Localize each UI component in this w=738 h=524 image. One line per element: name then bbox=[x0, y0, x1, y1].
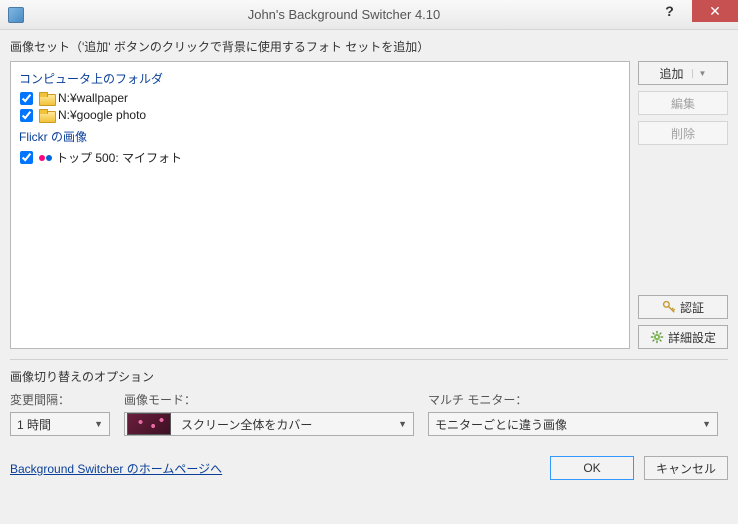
monitor-label: マルチ モニター： bbox=[428, 391, 718, 408]
monitor-value: モニターごとに違う画像 bbox=[435, 416, 567, 433]
monitor-combo[interactable]: モニターごとに違う画像 ▼ bbox=[428, 412, 718, 436]
add-button[interactable]: 追加 ▼ bbox=[638, 61, 728, 85]
advanced-button[interactable]: 詳細設定 bbox=[638, 325, 728, 349]
chevron-down-icon: ▼ bbox=[398, 419, 407, 429]
chevron-down-icon: ▼ bbox=[702, 419, 711, 429]
list-item-label: トップ 500: マイフォト bbox=[56, 149, 182, 166]
divider bbox=[10, 359, 728, 360]
key-icon bbox=[662, 300, 676, 314]
edit-button[interactable]: 編集 bbox=[638, 91, 728, 115]
close-button[interactable]: ✕ bbox=[692, 0, 738, 22]
list-item-checkbox[interactable] bbox=[20, 92, 33, 105]
title-bar: John's Background Switcher 4.10 ? ✕ bbox=[0, 0, 738, 30]
advanced-button-label: 詳細設定 bbox=[668, 329, 716, 346]
list-item[interactable]: トップ 500: マイフォト bbox=[19, 149, 621, 166]
mode-thumbnail bbox=[127, 413, 171, 435]
options-section-label: 画像切り替えのオプション bbox=[10, 368, 728, 385]
mode-combo[interactable]: スクリーン全体をカバー ▼ bbox=[124, 412, 414, 436]
list-item-label: N:¥google photo bbox=[58, 108, 146, 122]
interval-combo[interactable]: 1 時間 ▼ bbox=[10, 412, 110, 436]
chevron-down-icon: ▼ bbox=[692, 69, 707, 78]
gear-icon bbox=[650, 330, 664, 344]
folder-icon bbox=[39, 92, 54, 104]
help-button[interactable]: ? bbox=[647, 0, 692, 22]
list-item[interactable]: N:¥wallpaper bbox=[19, 91, 621, 105]
delete-button-label: 削除 bbox=[671, 125, 695, 142]
chevron-down-icon: ▼ bbox=[94, 419, 103, 429]
edit-button-label: 編集 bbox=[671, 95, 695, 112]
delete-button[interactable]: 削除 bbox=[638, 121, 728, 145]
mode-label: 画像モード： bbox=[124, 391, 414, 408]
group-header-flickr: Flickr の画像 bbox=[19, 128, 621, 145]
cancel-button[interactable]: キャンセル bbox=[644, 456, 728, 480]
homepage-link[interactable]: Background Switcher のホームページへ bbox=[10, 460, 222, 477]
interval-value: 1 時間 bbox=[17, 416, 51, 433]
auth-button[interactable]: 認証 bbox=[638, 295, 728, 319]
mode-value: スクリーン全体をカバー bbox=[181, 416, 312, 433]
interval-label: 変更間隔： bbox=[10, 391, 110, 408]
sets-section-label: 画像セット（'追加' ボタンのクリックで背景に使用するフォト セットを追加） bbox=[10, 38, 728, 55]
app-icon bbox=[8, 7, 24, 23]
window-title: John's Background Switcher 4.10 bbox=[30, 7, 738, 22]
add-button-label: 追加 bbox=[660, 65, 684, 82]
group-header-folders: コンピュータ上のフォルダ bbox=[19, 70, 621, 87]
ok-button[interactable]: OK bbox=[550, 456, 634, 480]
list-item-label: N:¥wallpaper bbox=[58, 91, 128, 105]
folder-icon bbox=[39, 109, 54, 121]
list-item[interactable]: N:¥google photo bbox=[19, 108, 621, 122]
list-item-checkbox[interactable] bbox=[20, 109, 33, 122]
auth-button-label: 認証 bbox=[680, 299, 704, 316]
image-sets-list[interactable]: コンピュータ上のフォルダ N:¥wallpaper N:¥google phot… bbox=[10, 61, 630, 349]
flickr-icon bbox=[39, 155, 52, 161]
list-item-checkbox[interactable] bbox=[20, 151, 33, 164]
window-controls: ? ✕ bbox=[647, 0, 738, 22]
